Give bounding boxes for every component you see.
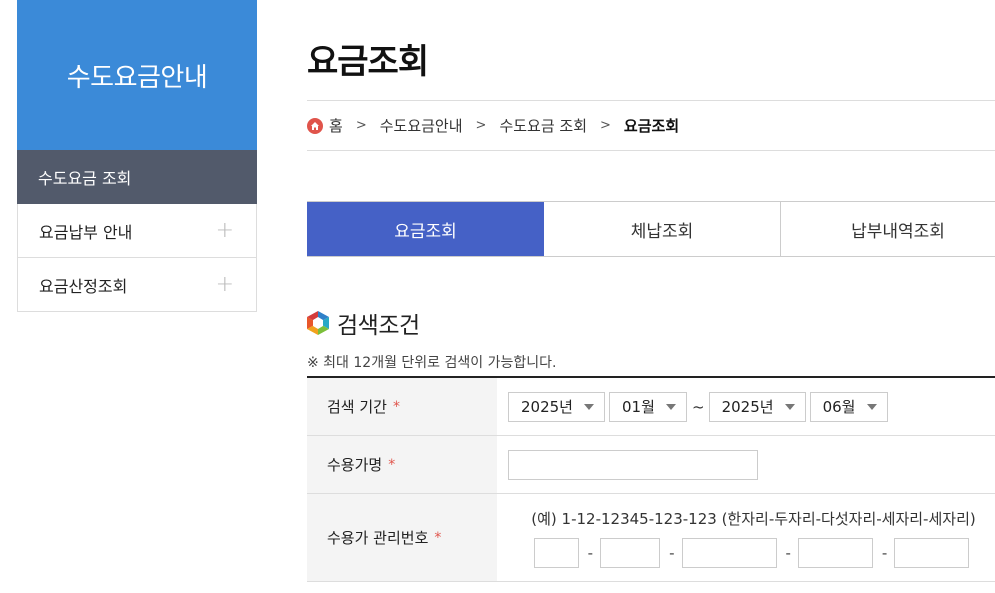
tab-fee-inquiry[interactable]: 요금조회 — [307, 202, 544, 256]
hexagon-logo-icon — [307, 311, 329, 335]
breadcrumb: 홈 > 수도요금안내 > 수도요금 조회 > 요금조회 — [307, 100, 995, 151]
form-row-period: 검색 기간 * 2025년 01월 ~ 2025년 06월 — [307, 378, 995, 436]
sidebar-item-label: 요금산정조회 — [39, 276, 128, 296]
mgmt-number-inputs: - - - - — [533, 537, 970, 568]
breadcrumb-current: 요금조회 — [623, 117, 680, 135]
sidebar-item-water-fee[interactable]: 수도요금 조회 — [17, 150, 257, 204]
plus-icon[interactable]: + — [216, 273, 234, 296]
section-title-text: 검색조건 — [337, 313, 420, 339]
chevron-right-icon: > — [475, 118, 487, 133]
customer-name-label: 수용가명 * — [307, 436, 497, 493]
mgmt-number-label: 수용가 관리번호 * — [307, 494, 497, 581]
caret-down-icon — [784, 403, 795, 410]
sidebar: 수도요금안내 수도요금 조회 요금납부 안내 + 요금산정조회 + — [17, 0, 257, 312]
caret-down-icon — [666, 403, 676, 410]
dash-separator: - — [785, 543, 791, 562]
breadcrumb-home[interactable]: 홈 — [329, 115, 343, 136]
customer-name-input[interactable] — [508, 449, 758, 480]
dash-separator: - — [881, 543, 888, 562]
section-title: 검색조건 — [307, 306, 420, 340]
sidebar-title: 수도요금안내 — [17, 0, 257, 150]
mgmt-number-example: (예) 1-12-12345-123-123 (한자리-두자리-다섯자리-세자리… — [531, 509, 976, 528]
period-tilde: ~ — [692, 397, 705, 416]
plus-icon[interactable]: + — [216, 219, 234, 242]
mgmt-number-part-5[interactable] — [894, 537, 970, 568]
tab-bar: 요금조회 체납조회 납부내역조회 — [307, 201, 995, 257]
home-icon[interactable] — [307, 117, 323, 134]
end-year-value: 2025년 — [721, 398, 774, 416]
required-mark: * — [388, 456, 396, 473]
required-mark: * — [434, 529, 442, 546]
dash-separator: - — [587, 543, 594, 562]
tab-payment-history[interactable]: 납부내역조회 — [781, 202, 995, 256]
mgmt-number-part-1[interactable] — [533, 537, 579, 568]
end-year-select[interactable]: 2025년 — [708, 391, 806, 422]
mgmt-number-part-2[interactable] — [600, 537, 661, 568]
customer-name-label-text: 수용가명 — [327, 456, 383, 474]
sidebar-item-label: 요금납부 안내 — [39, 222, 133, 242]
search-form: 검색 기간 * 2025년 01월 ~ 2025년 06월 수용가명 * 수용가… — [307, 376, 995, 582]
customer-name-cell — [497, 436, 995, 493]
dash-separator: - — [669, 543, 675, 562]
form-row-customer-name: 수용가명 * — [307, 436, 995, 494]
chevron-right-icon: > — [355, 118, 367, 133]
end-month-select[interactable]: 06월 — [809, 391, 888, 422]
breadcrumb-item[interactable]: 수도요금 조회 — [499, 115, 587, 136]
mgmt-number-part-4[interactable] — [797, 537, 873, 568]
caret-down-icon — [866, 403, 877, 410]
tab-arrears-inquiry[interactable]: 체납조회 — [544, 202, 781, 256]
sidebar-item-fee-calculation[interactable]: 요금산정조회 + — [17, 258, 257, 312]
start-year-value: 2025년 — [521, 398, 573, 416]
period-label: 검색 기간 * — [307, 378, 497, 435]
mgmt-number-cell: (예) 1-12-12345-123-123 (한자리-두자리-다섯자리-세자리… — [497, 494, 995, 581]
breadcrumb-item[interactable]: 수도요금안내 — [380, 115, 463, 136]
start-year-select[interactable]: 2025년 — [508, 391, 605, 422]
period-cell: 2025년 01월 ~ 2025년 06월 — [497, 378, 995, 435]
required-mark: * — [392, 398, 400, 415]
caret-down-icon — [584, 403, 594, 410]
period-label-text: 검색 기간 — [327, 398, 387, 416]
start-month-value: 01월 — [622, 398, 655, 416]
form-row-mgmt-number: 수용가 관리번호 * (예) 1-12-12345-123-123 (한자리-두… — [307, 494, 995, 582]
page-title: 요금조회 — [307, 42, 429, 82]
chevron-right-icon: > — [600, 118, 611, 133]
start-month-select[interactable]: 01월 — [609, 391, 687, 422]
search-note: ※ 최대 12개월 단위로 검색이 가능합니다. — [307, 355, 557, 371]
sidebar-item-payment-guide[interactable]: 요금납부 안내 + — [17, 204, 257, 258]
mgmt-number-part-3[interactable] — [681, 537, 777, 568]
end-month-value: 06월 — [822, 398, 856, 416]
mgmt-number-label-text: 수용가 관리번호 — [327, 529, 429, 547]
